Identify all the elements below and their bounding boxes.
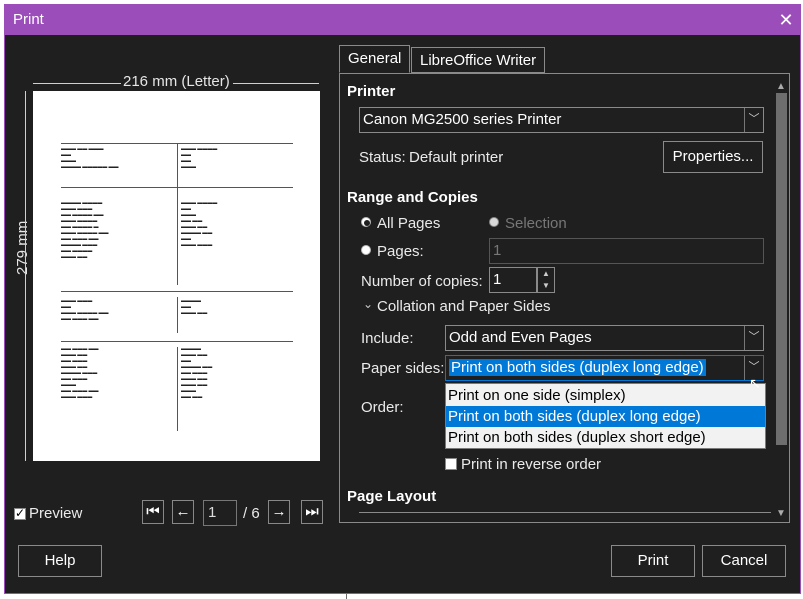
- mouse-cursor-icon: ↖: [749, 375, 761, 391]
- pages-label: Pages:: [377, 243, 424, 260]
- close-icon[interactable]: ✕: [775, 8, 797, 32]
- page-preview: ▬▬▬ ▬▬ ▬▬▬ ▬▬ ▬▬▬ ▬▬▬▬ ▬▬▬▬▬ ▬▬ ▬▬▬ ▬▬▬▬ ▬▬ ▬…: [33, 91, 320, 461]
- printer-select[interactable]: Canon MG2500 series Printer ﹀: [359, 107, 764, 133]
- previous-page-icon[interactable]: ←: [172, 500, 194, 524]
- window-title: Print: [13, 11, 44, 28]
- chevron-down-icon[interactable]: ⌄: [363, 297, 373, 311]
- scroll-down-icon[interactable]: ▼: [776, 508, 786, 519]
- properties-button[interactable]: Properties...: [663, 141, 763, 173]
- title-bar: Print ✕: [5, 5, 800, 35]
- all-pages-radio[interactable]: [361, 217, 371, 227]
- reverse-order-checkbox[interactable]: [445, 458, 457, 470]
- preview-text-block: ▬▬▬▬ ▬▬ ▬▬▬ ▬▬: [181, 299, 208, 316]
- page-layout-clipped: [359, 512, 771, 522]
- pages-input[interactable]: 1: [489, 238, 764, 264]
- pages-radio[interactable]: [361, 245, 371, 255]
- first-page-icon[interactable]: ⏮: [142, 500, 164, 524]
- height-dimension-line: [25, 91, 26, 461]
- dropdown-option[interactable]: Print on both sides (duplex long edge): [446, 406, 765, 427]
- paper-sides-label: Paper sides:: [361, 360, 445, 377]
- page-width-label: 216 mm (Letter): [123, 73, 230, 90]
- preview-rule: [61, 187, 293, 188]
- preview-text-block: ▬▬▬ ▬▬ ▬▬▬ ▬▬ ▬▬▬ ▬▬▬▬ ▬▬▬▬▬ ▬▬: [61, 147, 119, 170]
- paper-sides-value: Print on both sides (duplex long edge): [449, 359, 706, 376]
- preview-text-block: ▬▬ ▬▬▬ ▬▬ ▬▬▬ ▬▬ ▬▬ ▬▬▬ ▬▬▬ ▬▬ ▬▬▬▬ ▬▬▬ ▬▬ ▬▬…: [61, 347, 99, 400]
- preview-rule: [61, 291, 293, 292]
- print-dialog: Print ✕ 216 mm (Letter) 279 mm ▬▬▬ ▬▬ ▬▬…: [4, 4, 801, 594]
- order-label: Order:: [361, 399, 404, 416]
- paper-sides-select[interactable]: Print on both sides (duplex long edge) ﹀: [445, 355, 764, 381]
- preview-rule: [177, 347, 178, 431]
- chevron-down-icon: ﹀: [744, 108, 763, 132]
- all-pages-label: All Pages: [377, 215, 441, 232]
- preview-rule: [177, 297, 178, 333]
- preview-text-block: ▬▬▬▬ ▬▬▬ ▬▬ ▬▬ ▬▬▬▬ ▬▬ ▬▬ ▬▬▬ ▬▬▬ ▬▬ ▬▬▬ ▬▬ ▬▬▬…: [181, 347, 213, 400]
- preview-text-block: ▬▬▬ ▬▬▬▬ ▬▬ ▬▬ ▬▬▬: [181, 147, 218, 170]
- copies-input[interactable]: 1: [489, 267, 537, 293]
- printer-value: Canon MG2500 series Printer: [363, 111, 562, 128]
- page-total-label: / 6: [243, 505, 260, 522]
- reverse-order-label: Print in reverse order: [461, 456, 602, 473]
- scrollbar-thumb[interactable]: [776, 93, 787, 445]
- scroll-up-icon[interactable]: ▲: [776, 81, 786, 92]
- dropdown-option[interactable]: Print on one side (simplex): [446, 385, 765, 406]
- width-dimension-line: [233, 83, 319, 84]
- preview-text-block: ▬▬▬ ▬▬▬▬ ▬▬ ▬▬▬ ▬▬ ▬▬ ▬▬▬ ▬▬ ▬▬▬▬ ▬▬ ▬▬ ▬▬▬ ▬▬▬: [181, 201, 218, 248]
- preview-rule: [177, 195, 178, 285]
- tab-general[interactable]: General: [339, 45, 411, 73]
- page-number-input[interactable]: 1: [203, 500, 237, 526]
- page-layout-heading: Page Layout: [347, 488, 437, 505]
- last-page-icon[interactable]: ⏭: [301, 500, 323, 524]
- chevron-down-icon: ﹀: [744, 326, 763, 350]
- next-page-icon[interactable]: →: [268, 500, 290, 524]
- preview-rule: [61, 341, 293, 342]
- include-select[interactable]: Odd and Even Pages ﹀: [445, 325, 764, 351]
- help-button[interactable]: Help: [18, 545, 102, 577]
- selection-radio[interactable]: [489, 217, 499, 227]
- copies-label: Number of copies:: [361, 273, 483, 290]
- page-height-label: 279 mm: [14, 220, 31, 275]
- tab-libreoffice-writer[interactable]: LibreOffice Writer: [411, 47, 546, 73]
- dropdown-option[interactable]: Print on both sides (duplex short edge): [446, 427, 765, 448]
- selection-label: Selection: [505, 215, 567, 232]
- collation-expander[interactable]: Collation and Paper Sides: [377, 298, 550, 315]
- paper-sides-dropdown: Print on one side (simplex) Print on bot…: [445, 383, 766, 449]
- range-heading: Range and Copies: [347, 189, 478, 206]
- status-label: Status:: [359, 149, 406, 166]
- preview-label: Preview: [29, 505, 83, 522]
- printer-heading: Printer: [347, 83, 396, 100]
- width-dimension-line: [33, 83, 121, 84]
- preview-text-block: ▬▬▬ ▬▬▬ ▬▬ ▬▬▬ ▬▬▬▬ ▬▬ ▬▬ ▬▬▬ ▬▬: [61, 299, 109, 322]
- copies-stepper[interactable]: ▲ ▼: [537, 267, 555, 293]
- status-value: Default printer: [409, 149, 504, 166]
- include-label: Include:: [361, 330, 414, 347]
- include-value: Odd and Even Pages: [449, 329, 592, 346]
- cancel-button[interactable]: Cancel: [702, 545, 786, 577]
- preview-text-block: ▬▬▬▬ ▬▬▬▬ ▬▬▬ ▬▬▬ ▬▬ ▬▬▬▬ ▬▬ ▬▬▬ ▬▬▬▬ ▬▬ ▬▬▬…: [61, 201, 109, 260]
- preview-checkbox[interactable]: [14, 506, 26, 520]
- print-button[interactable]: Print: [611, 545, 695, 577]
